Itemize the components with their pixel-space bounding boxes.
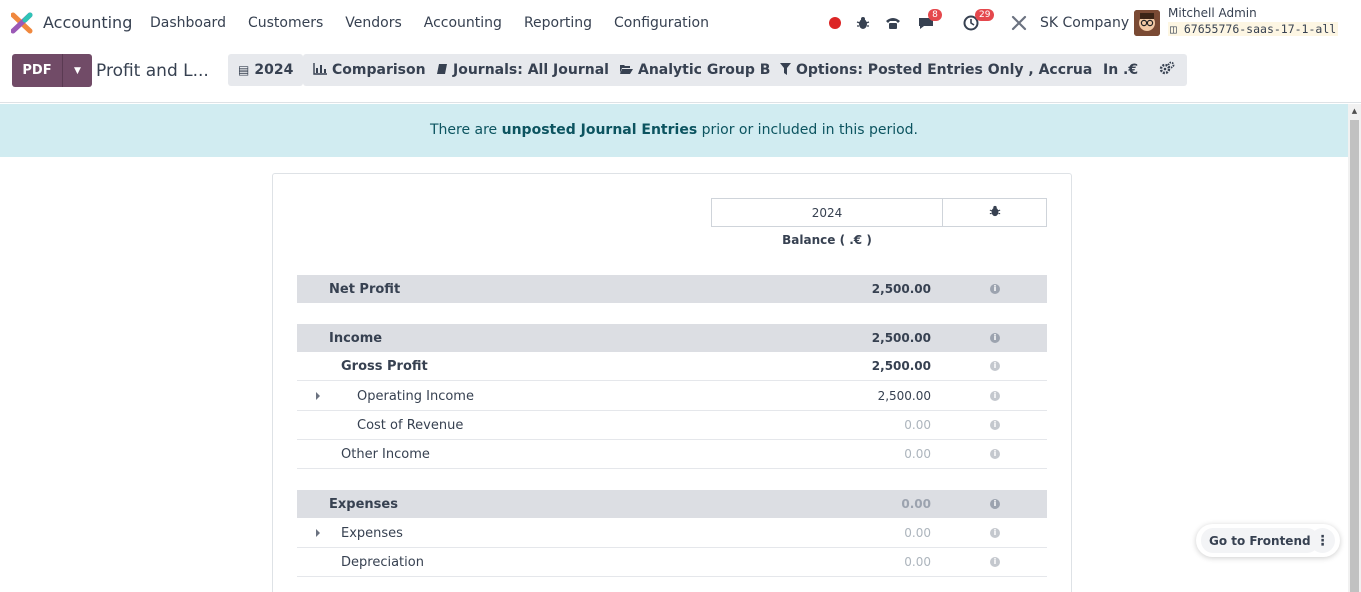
menu-customers[interactable]: Customers xyxy=(248,15,323,31)
chat-icon[interactable]: 8 xyxy=(916,9,942,32)
recording-dot-icon[interactable] xyxy=(829,14,841,32)
row-amount[interactable]: 0.00 xyxy=(904,526,931,540)
row-amount[interactable]: 0.00 xyxy=(904,555,931,569)
book-icon xyxy=(436,63,448,78)
info-icon[interactable]: i xyxy=(990,284,1000,294)
row-label: Net Profit xyxy=(329,281,401,297)
column-header-debug[interactable] xyxy=(942,198,1047,227)
menu-dashboard[interactable]: Dashboard xyxy=(150,15,226,31)
balance-column-label: Balance ( .€ ) xyxy=(782,233,872,247)
control-panel: PDF ▼ Profit and L... ▤ 2024 Comparison J… xyxy=(0,46,1361,103)
row-amount[interactable]: 0.00 xyxy=(904,418,931,432)
row-amount[interactable]: 2,500.00 xyxy=(872,331,931,345)
row-amount[interactable]: 2,500.00 xyxy=(872,359,931,373)
currency-button[interactable]: In .€ xyxy=(1093,54,1149,86)
info-icon[interactable]: i xyxy=(990,557,1000,567)
avatar[interactable] xyxy=(1134,10,1160,36)
messages-badge: 8 xyxy=(928,9,942,21)
date-filter-button[interactable]: ▤ 2024 xyxy=(228,54,304,86)
bug-icon xyxy=(989,205,1001,220)
menu-accounting[interactable]: Accounting xyxy=(424,15,502,31)
accounting-app-icon[interactable] xyxy=(11,12,33,34)
pdf-dropdown-toggle[interactable]: ▼ xyxy=(62,54,92,87)
clock-icon[interactable]: 29 xyxy=(961,9,995,32)
info-icon[interactable]: i xyxy=(990,449,1000,459)
info-icon[interactable]: i xyxy=(990,391,1000,401)
expand-caret-icon[interactable] xyxy=(316,392,320,400)
report-row-gross-profit[interactable]: Gross Profit 2,500.00 i xyxy=(297,352,1047,381)
pdf-button[interactable]: PDF xyxy=(12,54,62,87)
menu-vendors[interactable]: Vendors xyxy=(345,15,401,31)
report-row-other-income[interactable]: Other Income 0.00 i xyxy=(297,440,1047,469)
analytic-group-label: Analytic Group By xyxy=(638,62,780,78)
folder-open-icon xyxy=(619,63,633,78)
phone-icon[interactable] xyxy=(884,14,902,32)
more-options-icon[interactable]: ⋮ xyxy=(1310,528,1335,553)
row-amount[interactable]: 2,500.00 xyxy=(872,282,931,296)
row-label: Income xyxy=(329,330,383,346)
row-amount[interactable]: 0.00 xyxy=(904,447,931,461)
report-row-depreciation[interactable]: Depreciation 0.00 i xyxy=(297,548,1047,577)
row-label: Expenses xyxy=(329,496,398,512)
journals-filter-button[interactable]: Journals: All Journals xyxy=(426,54,628,86)
menu-reporting[interactable]: Reporting xyxy=(524,15,592,31)
report-row-expenses[interactable]: Expenses 0.00 i xyxy=(297,519,1047,548)
report-row-expenses-section[interactable]: Expenses 0.00 i xyxy=(297,490,1047,518)
info-icon[interactable]: i xyxy=(990,528,1000,538)
report-row-net-profit[interactable]: Net Profit 2,500.00 i xyxy=(297,275,1047,303)
info-icon[interactable]: i xyxy=(990,499,1000,509)
report-row-cost-of-revenue[interactable]: Cost of Revenue 0.00 i xyxy=(297,411,1047,440)
date-filter-label: 2024 xyxy=(254,62,294,78)
info-icon[interactable]: i xyxy=(990,420,1000,430)
menu-configuration[interactable]: Configuration xyxy=(614,15,709,31)
row-label: Expenses xyxy=(341,525,403,541)
bar-chart-icon xyxy=(313,62,327,78)
options-filter-label: Options: Posted Entries Only , Accrual B… xyxy=(796,62,1144,78)
caret-down-icon: ▼ xyxy=(74,65,81,76)
user-name[interactable]: Mitchell Admin xyxy=(1168,6,1257,20)
bug-icon[interactable] xyxy=(855,14,871,32)
settings-button[interactable] xyxy=(1146,54,1187,86)
calendar-icon: ▤ xyxy=(238,63,250,77)
company-switcher[interactable]: SK Company xyxy=(1040,15,1129,31)
row-label: Other Income xyxy=(341,446,430,462)
database-text: 67655776-saas-17-1-all xyxy=(1183,22,1337,36)
app-name[interactable]: Accounting xyxy=(43,13,132,32)
go-to-frontend-button[interactable]: Go to Frontend xyxy=(1201,528,1319,553)
page-title: Profit and L... xyxy=(96,61,209,81)
alert-suffix: prior or included in this period. xyxy=(697,122,918,138)
top-navbar: Accounting Dashboard Customers Vendors A… xyxy=(0,0,1361,46)
database-name: ◫ 67655776-saas-17-1-all xyxy=(1168,22,1339,36)
report-row-operating-income[interactable]: Operating Income 2,500.00 i xyxy=(297,382,1047,411)
unposted-entries-link[interactable]: unposted Journal Entries xyxy=(502,122,698,138)
row-label: Gross Profit xyxy=(341,358,428,374)
row-amount[interactable]: 0.00 xyxy=(901,497,931,511)
unposted-entries-alert: There are unposted Journal Entries prior… xyxy=(0,104,1348,157)
row-label: Depreciation xyxy=(341,554,424,570)
comparison-button[interactable]: Comparison xyxy=(303,54,436,86)
currency-label: In .€ xyxy=(1103,62,1139,78)
expand-caret-icon[interactable] xyxy=(316,529,320,537)
row-label: Operating Income xyxy=(357,388,474,404)
database-icon: ◫ xyxy=(1170,22,1184,36)
main-menu: Dashboard Customers Vendors Accounting R… xyxy=(150,15,731,31)
cogs-icon xyxy=(1159,61,1175,79)
tools-icon[interactable] xyxy=(1010,14,1028,32)
filter-icon xyxy=(780,62,791,78)
scrollbar-thumb[interactable] xyxy=(1350,120,1359,592)
info-icon[interactable]: i xyxy=(990,333,1000,343)
row-amount[interactable]: 2,500.00 xyxy=(878,389,931,403)
info-icon[interactable]: i xyxy=(990,361,1000,371)
activities-badge: 29 xyxy=(975,9,995,21)
report-row-income[interactable]: Income 2,500.00 i xyxy=(297,324,1047,352)
journals-filter-label: Journals: All Journals xyxy=(453,62,618,78)
column-header-year[interactable]: 2024 xyxy=(711,198,943,227)
scroll-up-arrow-icon[interactable]: ▲ xyxy=(1350,106,1359,116)
comparison-label: Comparison xyxy=(332,62,426,78)
analytic-group-button[interactable]: Analytic Group By xyxy=(609,54,790,86)
row-label: Cost of Revenue xyxy=(357,417,464,433)
alert-prefix: There are xyxy=(429,122,502,138)
